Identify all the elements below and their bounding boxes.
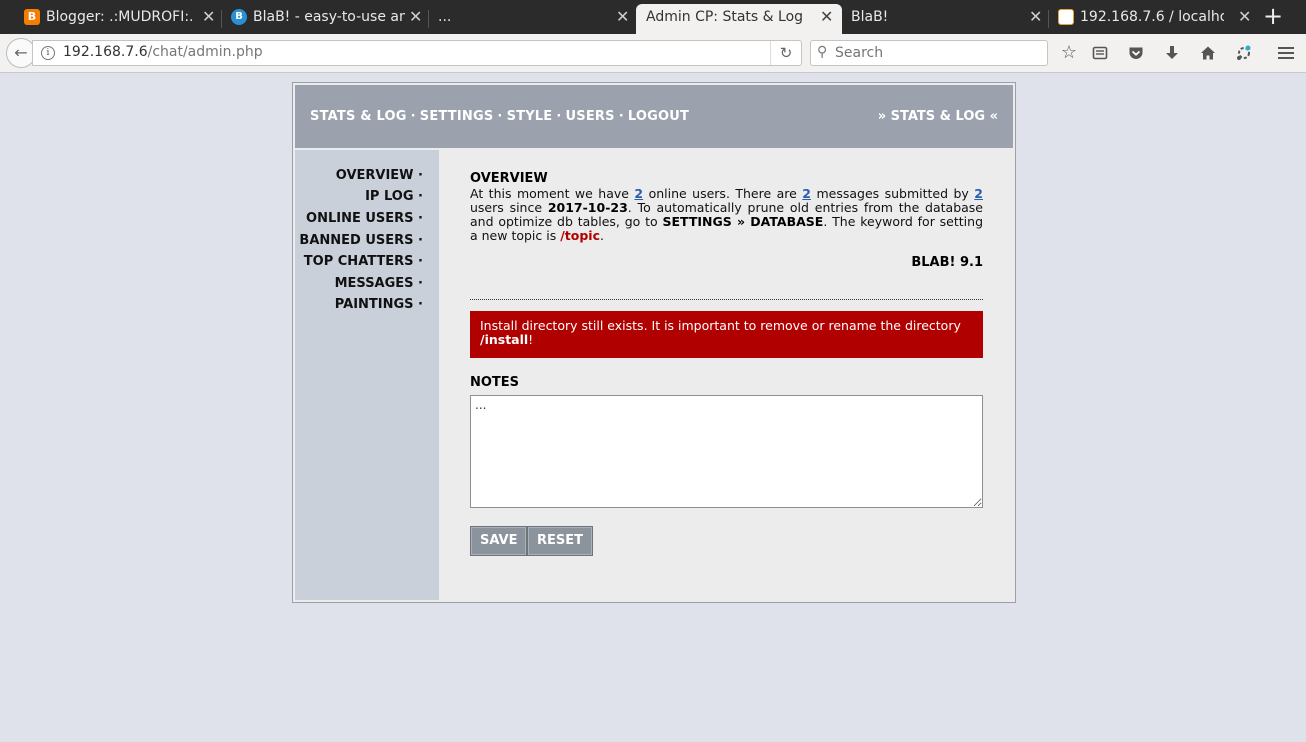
sidebar-item-online-users[interactable]: ONLINE USERS · xyxy=(306,211,423,226)
top-navigation: STATS & LOG · SETTINGS · STYLE · USERS · LOGOUT xyxy=(310,109,689,124)
tab-separator xyxy=(428,10,429,28)
nav-separator: · xyxy=(497,109,503,124)
notes-heading: NOTES xyxy=(470,375,520,390)
overview-text: At this moment we have 2 online users. T… xyxy=(470,187,983,243)
notes-textarea[interactable]: ... xyxy=(470,395,983,508)
sidebar-item-banned-users[interactable]: BANNED USERS · xyxy=(299,233,423,248)
online-users-link[interactable]: 2 xyxy=(634,186,643,201)
browser-tab-blogger[interactable]: B Blogger: .:MUDROFI:. ✕ xyxy=(24,4,220,34)
tab-title: BlaB! xyxy=(851,9,889,25)
admin-panel: STATS & LOG · SETTINGS · STYLE · USERS · LOGOUT … xyxy=(292,82,1016,603)
overview-text-part: At this moment we have xyxy=(470,186,635,201)
close-icon[interactable]: ✕ xyxy=(616,4,629,30)
nav-separator: · xyxy=(556,109,562,124)
messages-link[interactable]: 2 xyxy=(802,186,811,201)
tab-title: BlaB! - easy-to-use and xyxy=(253,9,405,25)
blogger-icon: B xyxy=(24,9,40,25)
close-icon[interactable]: ✕ xyxy=(1238,4,1251,30)
admin-sidebar: OVERVIEW · IP LOG · ONLINE USERS · BANNE… xyxy=(295,150,439,600)
topic-keyword: /topic xyxy=(560,228,600,243)
sidebar-item-overview[interactable]: OVERVIEW · xyxy=(336,168,423,183)
sidebar-item-messages[interactable]: MESSAGES · xyxy=(335,276,423,291)
save-button[interactable]: SAVE xyxy=(470,526,528,556)
nav-users[interactable]: USERS xyxy=(566,109,615,124)
browser-tab-blab-chat[interactable]: BlaB! ✕ xyxy=(851,4,1047,34)
browser-tab-phpmyadmin[interactable]: 192.168.7.6 / localhost ✕ xyxy=(1058,4,1254,34)
tab-separator xyxy=(221,10,222,28)
section-divider xyxy=(470,299,983,300)
sidebar-item-paintings[interactable]: PAINTINGS · xyxy=(335,297,423,312)
admin-header: STATS & LOG · SETTINGS · STYLE · USERS · LOGOUT … xyxy=(295,85,1013,148)
overview-text-part: messages submitted by xyxy=(811,186,975,201)
search-icon: ⚲ xyxy=(817,44,828,60)
address-bar[interactable]: i 192.168.7.6/chat/admin.php ↻ xyxy=(32,40,802,66)
arrow-left-icon: ← xyxy=(14,43,28,62)
browser-tab-blab-site[interactable]: B BlaB! - easy-to-use and ✕ xyxy=(231,4,427,34)
bookmark-star-icon[interactable]: ☆ xyxy=(1057,40,1081,66)
tab-title: ... xyxy=(438,9,452,25)
browser-tab-bar: B Blogger: .:MUDROFI:. ✕ B BlaB! - easy-… xyxy=(0,0,1306,34)
download-icon[interactable] xyxy=(1160,40,1184,66)
new-tab-button[interactable]: + xyxy=(1263,2,1283,30)
reload-icon[interactable]: ↻ xyxy=(770,41,801,65)
close-icon[interactable]: ✕ xyxy=(409,4,422,30)
since-date: 2017-10-23 xyxy=(547,200,628,215)
current-section-label: » STATS & LOG « xyxy=(877,109,998,124)
blab-icon: B xyxy=(231,9,247,25)
close-icon[interactable]: ✕ xyxy=(1029,4,1042,30)
alert-suffix: ! xyxy=(528,332,534,347)
hamburger-menu-icon[interactable] xyxy=(1274,40,1298,66)
nav-logout[interactable]: LOGOUT xyxy=(628,109,689,124)
close-icon[interactable]: ✕ xyxy=(202,4,215,30)
info-icon[interactable]: i xyxy=(41,46,55,60)
pocket-icon[interactable] xyxy=(1124,40,1148,66)
browser-tab-admin[interactable]: Admin CP: Stats & Log ✕ xyxy=(636,4,842,34)
install-directory-path: /install xyxy=(480,332,529,347)
alert-text: Install directory still exists. It is im… xyxy=(480,318,961,333)
nav-settings[interactable]: SETTINGS xyxy=(420,109,494,124)
search-bar[interactable]: ⚲ xyxy=(810,40,1048,66)
phpmyadmin-icon xyxy=(1058,9,1074,25)
submitters-link[interactable]: 2 xyxy=(974,186,983,201)
browser-tab-loading[interactable]: ... ✕ xyxy=(438,4,634,34)
home-icon[interactable] xyxy=(1196,40,1220,66)
settings-database-path: SETTINGS » DATABASE xyxy=(662,214,824,229)
sidebar-item-ip-log[interactable]: IP LOG · xyxy=(365,189,423,204)
browser-nav-bar: ← i 192.168.7.6/chat/admin.php ↻ ⚲ ☆ xyxy=(0,34,1306,73)
extension-icon[interactable] xyxy=(1232,40,1256,66)
version-label: BLAB! 9.1 xyxy=(911,255,983,270)
url-text: 192.168.7.6/chat/admin.php xyxy=(63,44,263,60)
url-path: /chat/admin.php xyxy=(147,44,263,60)
nav-separator: · xyxy=(410,109,416,124)
sidebar-item-top-chatters[interactable]: TOP CHATTERS · xyxy=(304,254,423,269)
tab-title: Blogger: .:MUDROFI:. xyxy=(46,9,194,25)
close-icon[interactable]: ✕ xyxy=(820,4,833,30)
overview-text-part: users since xyxy=(470,200,548,215)
tab-title: Admin CP: Stats & Log xyxy=(646,9,804,25)
nav-separator: · xyxy=(618,109,624,124)
tab-separator xyxy=(1048,10,1049,28)
overview-heading: OVERVIEW xyxy=(470,171,548,186)
overview-text-part: online users. There are xyxy=(643,186,803,201)
reading-list-icon[interactable] xyxy=(1088,40,1112,66)
url-host: 192.168.7.6 xyxy=(63,44,148,60)
reset-button[interactable]: RESET xyxy=(527,526,594,556)
overview-text-part: . xyxy=(600,228,604,243)
search-input[interactable] xyxy=(833,43,1037,63)
nav-style[interactable]: STYLE xyxy=(507,109,553,124)
nav-stats-log[interactable]: STATS & LOG xyxy=(310,109,407,124)
tab-title: 192.168.7.6 / localhost xyxy=(1080,9,1224,25)
install-warning-alert: Install directory still exists. It is im… xyxy=(470,311,983,358)
